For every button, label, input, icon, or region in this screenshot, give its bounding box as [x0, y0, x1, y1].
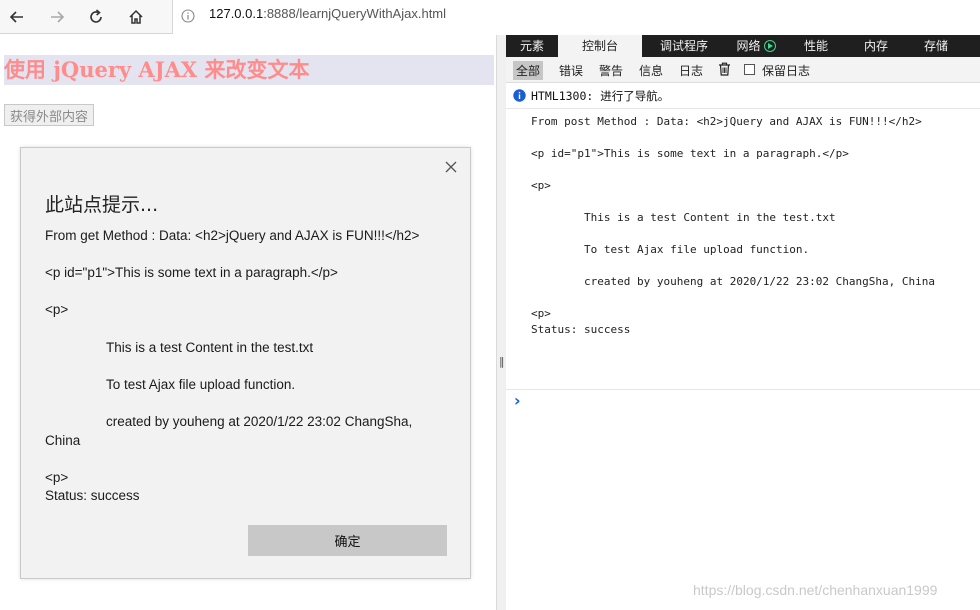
info-circle-icon[interactable] — [181, 9, 195, 23]
page-title: 使用 jQuery AJAX 来改变文本 — [4, 55, 494, 85]
alert-dialog: 此站点提示... From get Method : Data: <h2>jQu… — [20, 147, 471, 579]
arrow-right-icon — [51, 11, 65, 23]
filter-warnings[interactable]: 警告 — [599, 62, 623, 79]
home-icon — [129, 9, 143, 24]
ok-button[interactable]: 确定 — [248, 525, 447, 556]
fetch-external-content-button[interactable]: 获得外部内容 — [4, 104, 94, 126]
log-line: created by youheng at 2020/1/22 23:02 Ch… — [584, 275, 935, 288]
filter-errors[interactable]: 错误 — [559, 62, 583, 79]
filter-info[interactable]: 信息 — [639, 62, 663, 79]
log-line: <p> — [531, 307, 551, 320]
page-content: 使用 jQuery AJAX 来改变文本 获得外部内容 此站点提示... Fro… — [0, 35, 496, 610]
console-filter-bar: 全部 错误 警告 信息 日志 保留日志 — [506, 57, 980, 83]
close-icon[interactable] — [444, 160, 458, 174]
url-text: 127.0.0.1:8888/learnjQueryWithAjax.html — [209, 6, 446, 21]
info-icon — [513, 89, 526, 102]
splitter-grip[interactable]: ‖ — [499, 355, 505, 368]
tab-storage[interactable]: 存储 — [906, 35, 966, 57]
tab-memory[interactable]: 内存 — [846, 35, 906, 57]
log-line: To test Ajax file upload function. — [584, 243, 810, 256]
dialog-line: Status: success — [45, 488, 140, 503]
tab-debugger[interactable]: 调试程序 — [642, 35, 726, 57]
dialog-line: China — [45, 433, 81, 448]
console-divider — [506, 389, 980, 390]
devtools-tabbar: 元素 控制台 调试程序 网络 性能 内存 存储 — [506, 35, 980, 57]
tab-network[interactable]: 网络 — [726, 35, 786, 57]
watermark: https://blog.csdn.net/chenhanxuan1999 — [693, 582, 938, 598]
filter-all[interactable]: 全部 — [513, 61, 544, 80]
dialog-line: To test Ajax file upload function. — [106, 377, 296, 392]
preserve-log-label[interactable]: 保留日志 — [762, 62, 810, 79]
refresh-icon — [90, 9, 102, 23]
refresh-button[interactable] — [83, 4, 109, 30]
console-prompt-icon[interactable]: › — [514, 393, 521, 409]
home-button[interactable] — [123, 4, 149, 30]
dialog-line: From get Method : Data: <h2>jQuery and A… — [45, 228, 420, 243]
console-message-row: HTML1300: 进行了导航。 — [506, 83, 980, 109]
log-line: <p id="p1">This is some text in a paragr… — [531, 147, 849, 160]
log-line: <p> — [531, 179, 551, 192]
devtools-panel: 元素 控制台 调试程序 网络 性能 内存 存储 全部 错误 警告 信息 日志 保… — [506, 35, 980, 610]
dialog-line: This is a test Content in the test.txt — [106, 340, 314, 355]
address-bar[interactable]: 127.0.0.1:8888/learnjQueryWithAjax.html — [172, 0, 980, 34]
dialog-line: <p id="p1">This is some text in a paragr… — [45, 265, 338, 280]
console-output: HTML1300: 进行了导航。 From post Method : Data… — [506, 83, 980, 610]
url-host: 127.0.0.1 — [209, 6, 264, 21]
network-recording-icon — [763, 40, 776, 52]
dialog-line: <p> — [45, 470, 69, 485]
trash-icon[interactable] — [718, 62, 731, 76]
devtools-splitter[interactable]: ‖ — [496, 35, 506, 610]
dialog-line: <p> — [45, 302, 69, 317]
preserve-log-checkbox[interactable] — [744, 64, 755, 75]
tab-console[interactable]: 控制台 — [558, 35, 642, 57]
back-button[interactable] — [4, 4, 30, 30]
console-message-text: HTML1300: 进行了导航。 — [531, 89, 670, 103]
log-line: This is a test Content in the test.txt — [584, 211, 836, 224]
dialog-title: 此站点提示... — [45, 194, 159, 216]
tab-network-label: 网络 — [736, 39, 761, 53]
browser-toolbar: 127.0.0.1:8888/learnjQueryWithAjax.html — [0, 0, 980, 34]
filter-logs[interactable]: 日志 — [679, 62, 703, 79]
tab-performance[interactable]: 性能 — [786, 35, 846, 57]
forward-button[interactable] — [44, 4, 70, 30]
url-path: :8888/learnjQueryWithAjax.html — [263, 6, 447, 21]
tab-elements[interactable]: 元素 — [506, 35, 558, 57]
log-line: From post Method : Data: <h2>jQuery and … — [531, 115, 922, 128]
dialog-line: created by youheng at 2020/1/22 23:02 Ch… — [106, 414, 413, 429]
log-line: Status: success — [531, 323, 631, 336]
arrow-left-icon — [9, 11, 23, 23]
